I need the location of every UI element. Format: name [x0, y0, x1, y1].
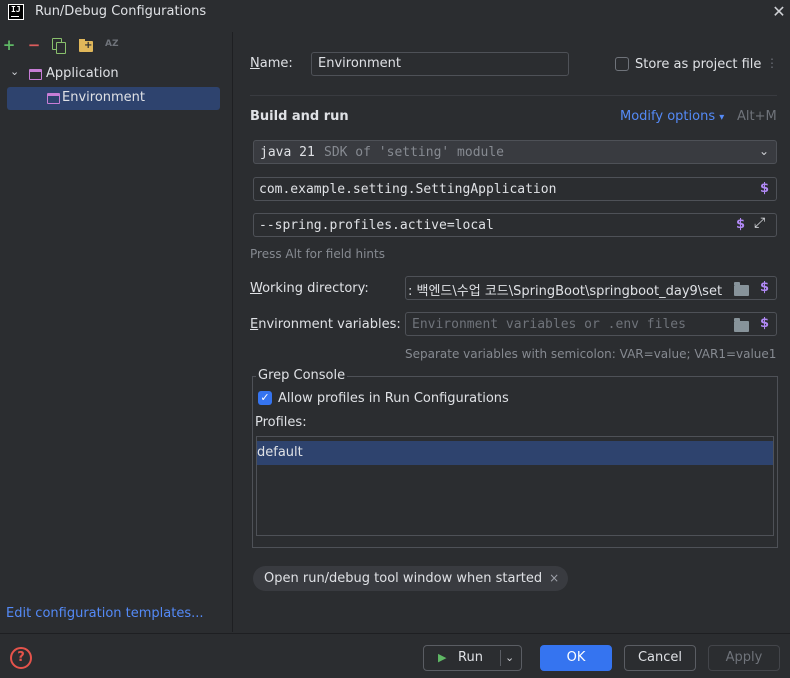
- window-title: Run/Debug Configurations: [35, 4, 207, 19]
- main-class-value: com.example.setting.SettingApplication: [259, 182, 557, 197]
- sdk-select[interactable]: java 21 SDK of 'setting' module ⌄: [253, 140, 777, 164]
- sdk-description: SDK of 'setting' module: [324, 145, 505, 160]
- copy-icon[interactable]: [52, 38, 66, 54]
- apply-button[interactable]: Apply: [708, 645, 780, 671]
- intellij-app-icon: IJ: [8, 4, 24, 20]
- configurations-sidebar: [0, 32, 233, 632]
- open-tool-window-option-chip[interactable]: Open run/debug tool window when started …: [253, 566, 569, 591]
- program-arguments-value: --spring.profiles.active=local: [259, 218, 494, 233]
- working-directory-input[interactable]: : 백엔드\수업 코드\SpringBoot\springboot_day9\s…: [405, 276, 777, 300]
- divider: [250, 95, 777, 96]
- environment-variables-label: Environment variables:: [250, 317, 401, 332]
- profile-name: default: [257, 445, 303, 460]
- environment-variables-hint: Separate variables with semicolon: VAR=v…: [405, 347, 777, 361]
- cancel-button[interactable]: Cancel: [624, 645, 696, 671]
- tree-group-application[interactable]: ⌄ Application: [6, 64, 222, 86]
- browse-folder-icon[interactable]: [734, 318, 749, 332]
- browse-folder-icon[interactable]: [734, 282, 749, 296]
- chevron-down-icon[interactable]: ⌄: [505, 646, 514, 670]
- new-folder-icon[interactable]: +: [79, 39, 95, 52]
- store-as-project-label: Store as project file: [635, 57, 762, 72]
- allow-profiles-checkbox[interactable]: ✓: [258, 391, 272, 405]
- tree-group-label: Application: [46, 66, 119, 81]
- field-hints-text: Press Alt for field hints: [250, 247, 385, 261]
- working-directory-label: Working directory:: [250, 281, 369, 296]
- modify-options-label: Modify options: [620, 109, 716, 124]
- grep-console-title: Grep Console: [256, 368, 348, 383]
- name-input[interactable]: Environment: [311, 52, 569, 76]
- close-icon[interactable]: ×: [549, 566, 559, 591]
- list-item[interactable]: default: [257, 441, 773, 465]
- application-config-icon: [47, 93, 60, 104]
- name-label: Name:: [250, 56, 293, 71]
- working-directory-value: : 백엔드\수업 코드\SpringBoot\springboot_day9\s…: [408, 284, 723, 299]
- tree-item-label: Environment: [62, 90, 146, 105]
- plus-icon[interactable]: +: [0, 36, 18, 54]
- main-class-input[interactable]: com.example.setting.SettingApplication $: [253, 177, 777, 201]
- app-icon-text: IJ: [11, 5, 21, 14]
- chevron-down-icon: ⌄: [759, 144, 770, 158]
- application-config-icon: [29, 69, 42, 80]
- minus-icon[interactable]: −: [25, 36, 43, 54]
- close-icon[interactable]: ✕: [770, 3, 788, 21]
- macro-dollar-icon[interactable]: $: [760, 316, 769, 331]
- ok-button[interactable]: OK: [540, 645, 612, 671]
- name-input-value: Environment: [318, 56, 402, 71]
- play-icon: ▶: [438, 651, 447, 664]
- split-divider: [500, 650, 501, 666]
- expand-icon[interactable]: ⤢: [754, 215, 765, 231]
- modify-options-link[interactable]: Modify options ▾: [620, 109, 724, 124]
- edit-configuration-templates-link[interactable]: Edit configuration templates...: [6, 606, 204, 621]
- help-icon[interactable]: ?: [10, 647, 32, 669]
- store-as-project-checkbox[interactable]: [615, 57, 629, 71]
- program-arguments-input[interactable]: --spring.profiles.active=local $ ⤢: [253, 213, 777, 237]
- sdk-value: java 21: [260, 145, 315, 160]
- tree-item-environment[interactable]: Environment: [7, 87, 220, 110]
- more-vertical-icon[interactable]: ⋮: [766, 56, 778, 70]
- allow-profiles-label: Allow profiles in Run Configurations: [278, 391, 509, 406]
- chip-label: Open run/debug tool window when started: [264, 571, 543, 586]
- macro-dollar-icon[interactable]: $: [760, 181, 769, 196]
- run-button[interactable]: ▶ Run ⌄: [423, 645, 522, 671]
- build-and-run-title: Build and run: [250, 109, 349, 124]
- environment-variables-input[interactable]: Environment variables or .env files $: [405, 312, 777, 336]
- chevron-down-icon[interactable]: ⌄: [10, 65, 19, 78]
- profiles-label: Profiles:: [255, 415, 307, 430]
- macro-dollar-icon[interactable]: $: [736, 217, 745, 232]
- chevron-down-icon: ▾: [719, 112, 725, 123]
- run-button-label: Run: [458, 650, 483, 665]
- sort-az-icon[interactable]: AZ: [105, 39, 119, 49]
- environment-variables-placeholder: Environment variables or .env files: [412, 317, 686, 332]
- macro-dollar-icon[interactable]: $: [760, 280, 769, 295]
- modify-options-shortcut: Alt+M: [737, 109, 777, 124]
